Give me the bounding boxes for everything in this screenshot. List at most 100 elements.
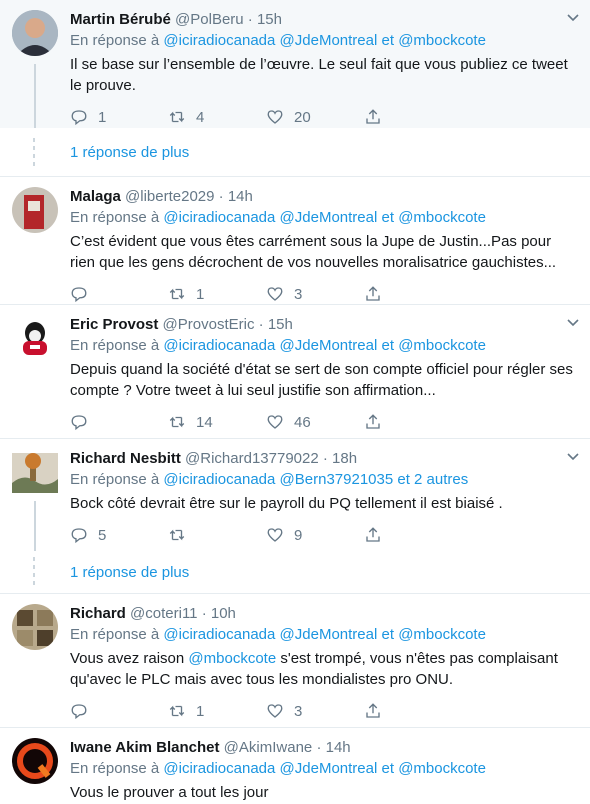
mention-link[interactable]: @JdeMontreal xyxy=(280,209,378,226)
retweet-button[interactable]: 4 xyxy=(168,108,266,126)
chevron-down-icon[interactable] xyxy=(566,315,580,329)
display-name[interactable]: Iwane Akim Blanchet xyxy=(70,739,220,756)
user-handle[interactable]: @Richard13779022 xyxy=(185,450,319,467)
and-link[interactable]: et xyxy=(382,626,395,643)
mention-link[interactable]: @Bern37921035 xyxy=(280,471,394,488)
reply-button[interactable]: 1 xyxy=(70,108,168,126)
reply-button[interactable] xyxy=(70,702,168,720)
mention-link[interactable]: @JdeMontreal xyxy=(280,337,378,354)
reply-button[interactable] xyxy=(70,413,168,431)
chevron-down-icon[interactable] xyxy=(566,449,580,463)
timestamp[interactable]: 14h xyxy=(326,739,351,756)
tweet-malaga[interactable]: Malaga @liberte2029 · 14h En réponse à @… xyxy=(0,177,590,305)
avatar-column xyxy=(12,187,70,304)
separator-dot: · xyxy=(316,739,322,756)
avatar[interactable] xyxy=(12,10,58,56)
share-icon xyxy=(366,527,380,542)
like-button[interactable]: 3 xyxy=(266,702,364,720)
user-handle[interactable]: @ProvostEric xyxy=(163,316,255,333)
retweet-icon xyxy=(169,111,185,123)
avatar[interactable] xyxy=(12,453,58,493)
mention-link[interactable]: @iciradiocanada xyxy=(163,209,275,226)
avatar-column xyxy=(12,738,70,804)
retweet-button[interactable]: 1 xyxy=(168,285,266,303)
tweet-text: Il se base sur l’ensemble de l’œuvre. Le… xyxy=(70,56,568,94)
like-button[interactable]: 46 xyxy=(266,413,364,431)
user-handle[interactable]: @coteri11 xyxy=(130,605,197,622)
like-button[interactable]: 20 xyxy=(266,108,364,126)
user-handle[interactable]: @AkimIwane xyxy=(224,739,313,756)
mention-link[interactable]: @JdeMontreal xyxy=(280,32,378,49)
timestamp[interactable]: 10h xyxy=(211,605,236,622)
mention-link[interactable]: @iciradiocanada xyxy=(163,626,275,643)
share-button[interactable] xyxy=(364,108,462,126)
timestamp[interactable]: 18h xyxy=(332,450,357,467)
retweet-button[interactable]: 1 xyxy=(168,702,266,720)
mention-link[interactable]: @mbockcote xyxy=(398,626,486,643)
share-button[interactable] xyxy=(364,702,462,720)
others-link[interactable]: et 2 autres xyxy=(397,471,468,488)
mention-link[interactable]: @mbockcote xyxy=(398,32,486,49)
replying-to: En réponse à @iciradiocanada @JdeMontrea… xyxy=(70,31,574,51)
retweet-count: 14 xyxy=(196,413,213,431)
avatar[interactable] xyxy=(12,738,58,784)
reply-button[interactable] xyxy=(70,285,168,303)
and-link[interactable]: et xyxy=(382,32,395,49)
display-name[interactable]: Malaga xyxy=(70,188,121,205)
like-button[interactable]: 9 xyxy=(266,526,364,544)
mention-link[interactable]: @iciradiocanada xyxy=(163,32,275,49)
tweet-text: C’est évident que vous êtes carrément so… xyxy=(70,233,557,271)
chevron-down-icon[interactable] xyxy=(566,10,580,24)
share-button[interactable] xyxy=(364,526,462,544)
heart-icon xyxy=(267,110,283,124)
replying-to-label: En réponse à xyxy=(70,626,160,643)
display-name[interactable]: Eric Provost xyxy=(70,316,158,333)
avatar[interactable] xyxy=(12,604,58,650)
show-more-replies[interactable]: 1 réponse de plus xyxy=(0,128,590,177)
more-replies-link[interactable]: 1 réponse de plus xyxy=(70,144,189,161)
mention-link[interactable]: @mbockcote xyxy=(398,337,486,354)
share-button[interactable] xyxy=(364,413,462,431)
display-name[interactable]: Richard xyxy=(70,605,126,622)
and-link[interactable]: et xyxy=(382,209,395,226)
like-count: 9 xyxy=(294,526,303,544)
tweet-iwane-akim-blanchet[interactable]: Iwane Akim Blanchet @AkimIwane · 14h En … xyxy=(0,728,590,804)
display-name[interactable]: Richard Nesbitt xyxy=(70,450,181,467)
mention-link[interactable]: @iciradiocanada xyxy=(163,337,275,354)
like-button[interactable]: 3 xyxy=(266,285,364,303)
display-name[interactable]: Martin Bérubé xyxy=(70,11,171,28)
tweet-richard-nesbitt[interactable]: Richard Nesbitt @Richard13779022 · 18h E… xyxy=(0,439,590,551)
tweet-eric-provost[interactable]: Eric Provost @ProvostEric · 15h En répon… xyxy=(0,305,590,439)
mention-link[interactable]: @mbockcote xyxy=(398,209,486,226)
mention-link[interactable]: @mbockcote xyxy=(188,650,276,667)
mention-link[interactable]: @iciradiocanada xyxy=(163,760,275,777)
and-link[interactable]: et xyxy=(382,337,395,354)
reply-button[interactable]: 5 xyxy=(70,526,168,544)
avatar[interactable] xyxy=(12,187,58,233)
user-handle[interactable]: @liberte2029 xyxy=(125,188,214,205)
timestamp[interactable]: 15h xyxy=(257,11,282,28)
reply-icon xyxy=(71,528,87,544)
reply-icon xyxy=(71,704,87,720)
retweet-button[interactable] xyxy=(168,526,266,544)
show-more-replies[interactable]: 1 réponse de plus xyxy=(0,551,590,594)
tweet-martin-berube[interactable]: Martin Bérubé @PolBeru · 15h En réponse … xyxy=(0,0,590,128)
retweet-icon xyxy=(169,705,185,717)
share-button[interactable] xyxy=(364,285,462,303)
heart-icon xyxy=(267,704,283,718)
more-replies-link[interactable]: 1 réponse de plus xyxy=(70,564,189,581)
timestamp[interactable]: 14h xyxy=(228,188,253,205)
user-handle[interactable]: @PolBeru xyxy=(175,11,244,28)
mention-link[interactable]: @JdeMontreal xyxy=(280,626,378,643)
and-link[interactable]: et xyxy=(382,760,395,777)
timestamp[interactable]: 15h xyxy=(268,316,293,333)
thread-line xyxy=(34,64,36,128)
retweet-button[interactable]: 14 xyxy=(168,413,266,431)
mention-link[interactable]: @JdeMontreal xyxy=(280,760,378,777)
replies-feed: Martin Bérubé @PolBeru · 15h En réponse … xyxy=(0,0,590,804)
mention-link[interactable]: @mbockcote xyxy=(398,760,486,777)
avatar[interactable] xyxy=(12,315,58,361)
tweet-actions: 1 3 xyxy=(70,694,574,728)
tweet-richard[interactable]: Richard @coteri11 · 10h En réponse à @ic… xyxy=(0,594,590,728)
mention-link[interactable]: @iciradiocanada xyxy=(163,471,275,488)
